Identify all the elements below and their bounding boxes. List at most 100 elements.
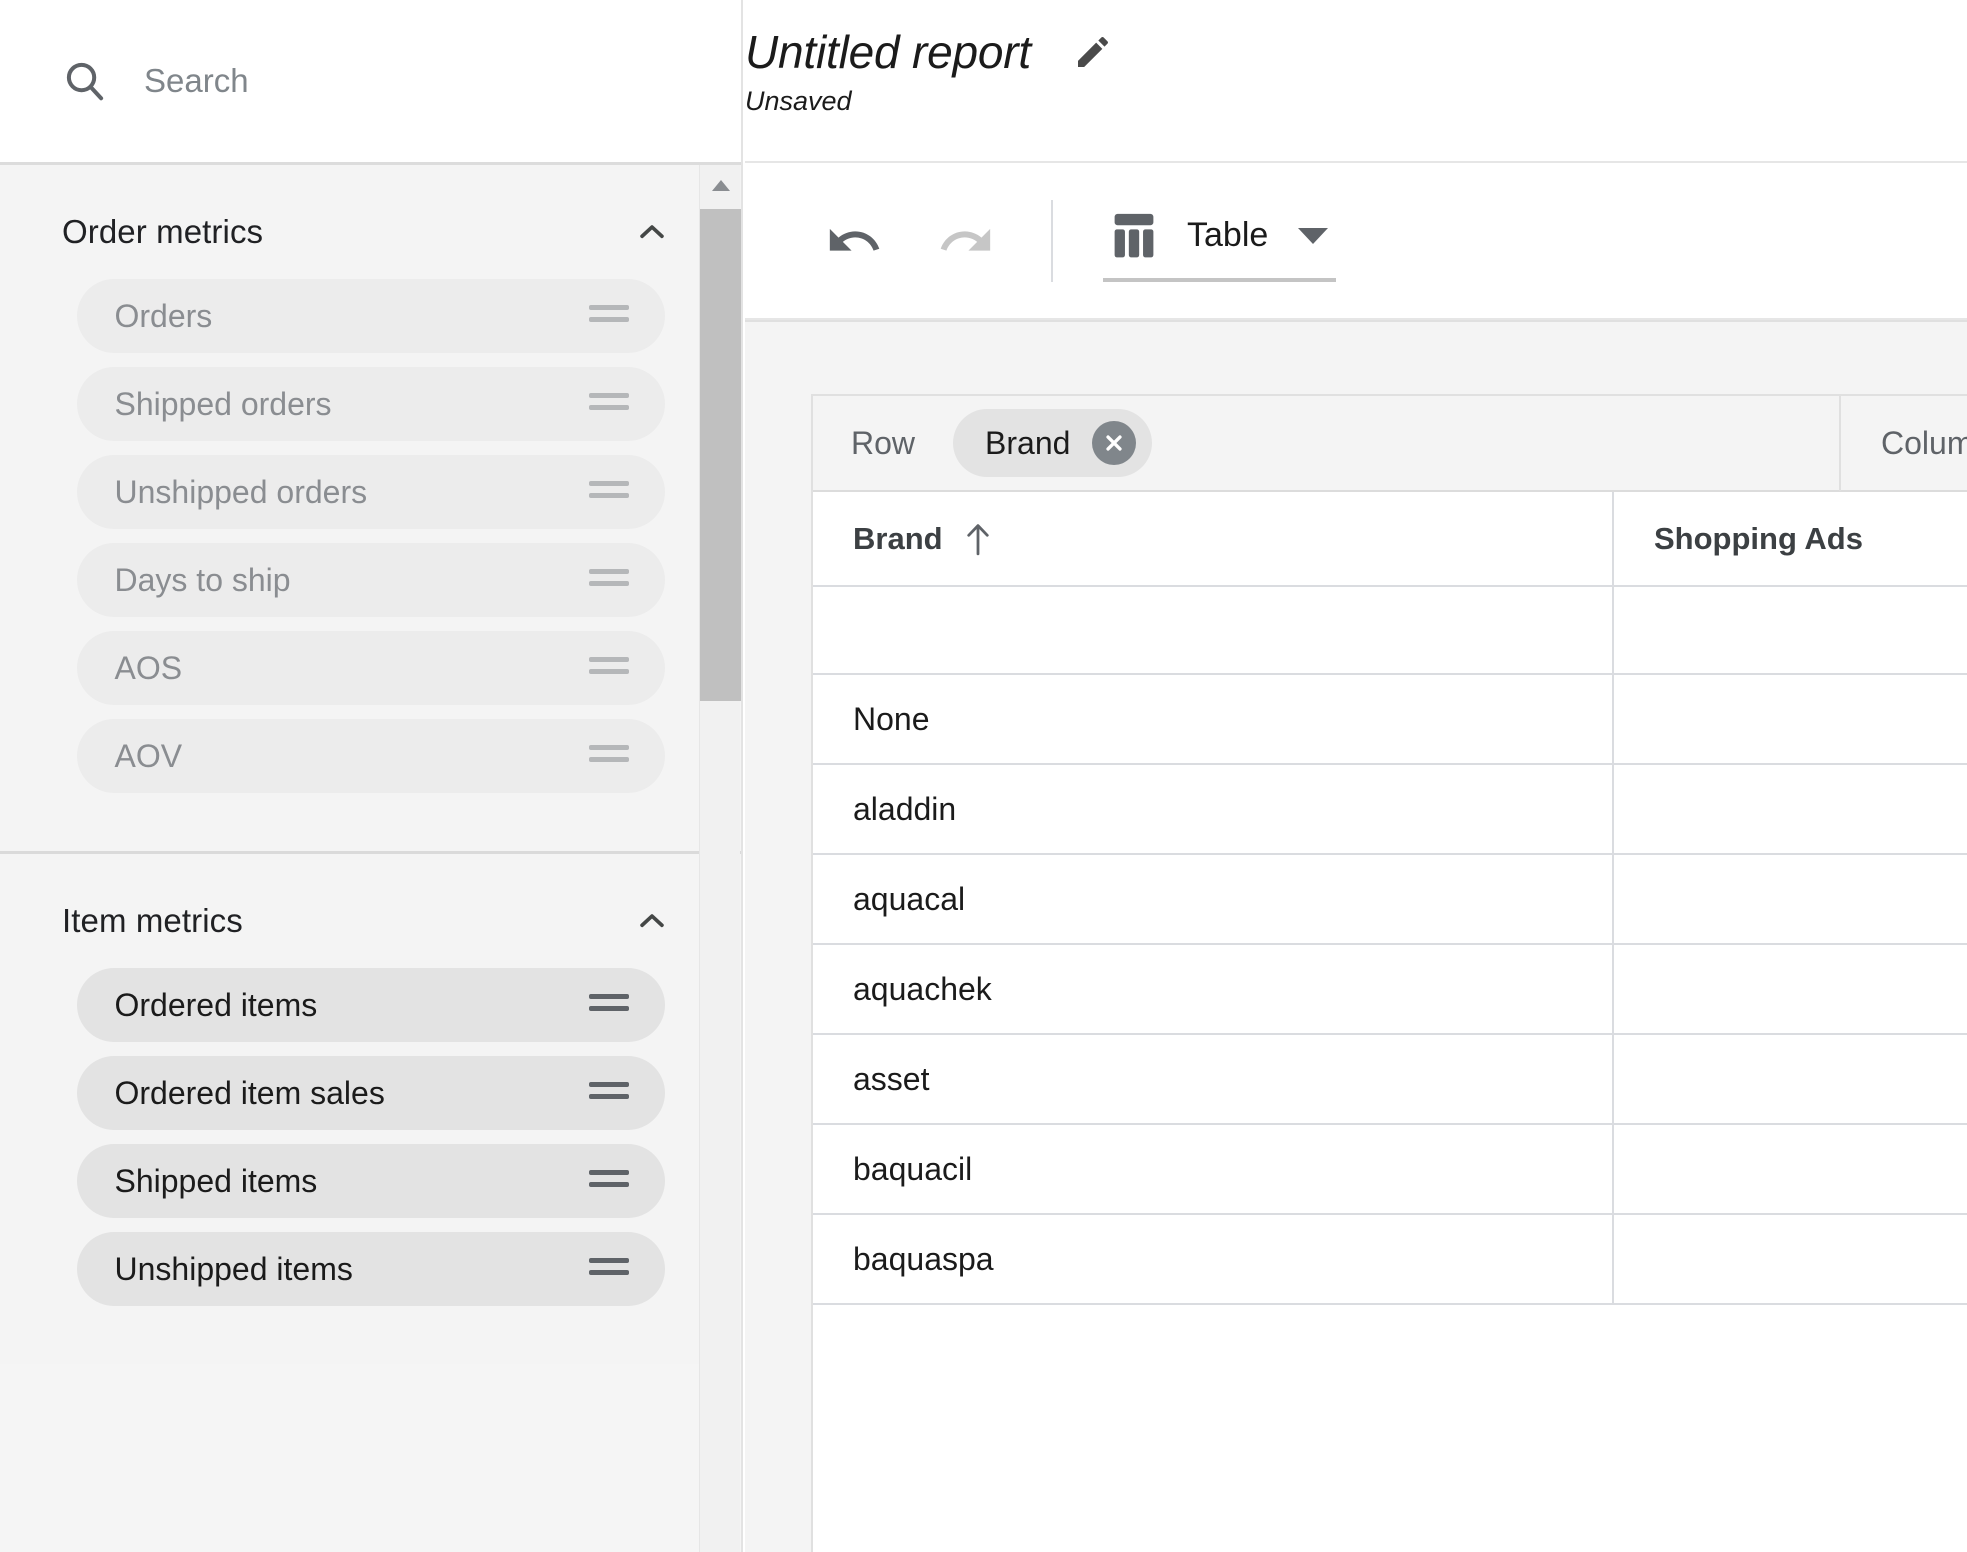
report-save-status: Unsaved (745, 86, 852, 116)
drag-handle-icon[interactable] (588, 1258, 629, 1280)
table-header-row: Brand Shopping Ads (813, 492, 1967, 587)
arrow-up-icon[interactable] (965, 522, 991, 556)
drag-handle-icon[interactable] (588, 745, 629, 767)
report-builder-app: Order metrics Orders Shipped orders Unsh… (0, 0, 1967, 1552)
cell-shopping-ads (1613, 944, 1967, 1035)
group-title-item-metrics: Item metrics (62, 902, 243, 939)
cell-brand: aquacal (813, 854, 1614, 945)
metric-pill-label: AOV (114, 737, 183, 774)
page-title: Untitled report (745, 26, 1031, 78)
metric-pill-label: Shipped items (114, 1162, 318, 1199)
table-row[interactable]: baquacil (813, 1124, 1967, 1215)
toolbar-divider (1051, 199, 1053, 282)
metric-pill-label: Ordered items (114, 986, 318, 1023)
table-row[interactable]: aquacal (813, 854, 1967, 945)
cell-shopping-ads (1613, 764, 1967, 855)
metric-pill-ordered-items[interactable]: Ordered items (76, 968, 665, 1042)
undo-button[interactable] (823, 210, 885, 272)
row-shelf-label: Row (851, 424, 916, 461)
metric-pill-label: Days to ship (114, 561, 291, 598)
report-header: Untitled report Unsaved (745, 0, 1967, 163)
chevron-up-icon[interactable] (635, 215, 669, 249)
chart-type-select[interactable]: Table (1103, 200, 1337, 282)
metric-pill-unshipped-items[interactable]: Unshipped items (76, 1232, 665, 1306)
drag-handle-icon[interactable] (588, 569, 629, 591)
metric-group-order-metrics: Order metrics Orders Shipped orders Unsh… (0, 165, 741, 851)
cell-brand: baquacil (813, 1124, 1614, 1215)
column-header-label: Shopping Ads (1654, 520, 1863, 556)
pencil-icon[interactable] (1073, 32, 1113, 72)
sidebar-scrollbar-thumb[interactable] (700, 209, 741, 701)
pivot-table-card: Row Brand Colum Brand Shopping Ads None … (811, 394, 1967, 1552)
metric-pill-label: Orders (114, 297, 213, 334)
close-circle-icon[interactable] (1092, 421, 1137, 465)
group-header-order-metrics[interactable]: Order metrics (0, 165, 741, 279)
report-title-row: Untitled report (745, 28, 1113, 76)
metric-pill-label: Shipped orders (114, 385, 332, 422)
metric-pill-unshipped-orders[interactable]: Unshipped orders (76, 455, 665, 529)
table-row[interactable]: None (813, 674, 1967, 765)
drag-handle-icon[interactable] (588, 1082, 629, 1104)
search-bar[interactable] (0, 0, 741, 162)
cell-shopping-ads (1613, 674, 1967, 765)
group-title-order-metrics: Order metrics (62, 213, 264, 250)
cell-shopping-ads (1613, 1034, 1967, 1125)
row-field-chip-label: Brand (985, 424, 1071, 461)
drag-handle-icon[interactable] (588, 393, 629, 415)
metric-pill-label: AOS (114, 649, 183, 686)
table-icon (1111, 212, 1157, 260)
search-input[interactable] (144, 62, 584, 100)
search-icon (62, 58, 108, 104)
drag-handle-icon[interactable] (588, 657, 629, 679)
column-header-label: Brand (853, 520, 943, 556)
column-header-shopping-ads[interactable]: Shopping Ads (1613, 492, 1967, 587)
chart-type-label: Table (1187, 216, 1269, 254)
pivot-table: Brand Shopping Ads None aladdin aquacal … (813, 492, 1967, 1305)
metric-group-item-metrics: Item metrics Ordered items Ordered item … (0, 854, 741, 1364)
cell-shopping-ads (1613, 1124, 1967, 1215)
cell-shopping-ads (1613, 854, 1967, 945)
metric-pill-aov[interactable]: AOV (76, 719, 665, 793)
table-row[interactable]: baquaspa (813, 1214, 1967, 1305)
table-row[interactable]: asset (813, 1034, 1967, 1125)
report-toolbar: Table (745, 163, 1967, 320)
scroll-up-arrow-icon[interactable] (700, 165, 741, 205)
group-header-item-metrics[interactable]: Item metrics (0, 854, 741, 968)
chevron-down-icon[interactable] (1298, 227, 1329, 244)
cell-brand: asset (813, 1034, 1614, 1125)
metric-pill-orders[interactable]: Orders (76, 279, 665, 353)
metrics-scroll-region: Order metrics Orders Shipped orders Unsh… (0, 162, 741, 1552)
column-header-brand[interactable]: Brand (813, 492, 1614, 587)
column-shelf-dropzone[interactable]: Colum (1841, 395, 1967, 491)
row-field-chip-brand[interactable]: Brand (953, 409, 1153, 477)
cell-brand: baquaspa (813, 1214, 1614, 1305)
metric-pill-label: Unshipped items (114, 1250, 353, 1287)
table-row[interactable]: aladdin (813, 764, 1967, 855)
cell-shopping-ads (1613, 586, 1967, 675)
chevron-up-icon[interactable] (635, 904, 669, 938)
row-shelf-dropzone[interactable]: Row Brand (813, 395, 1841, 491)
metric-pill-days-to-ship[interactable]: Days to ship (76, 543, 665, 617)
cell-brand: aquachek (813, 944, 1614, 1035)
table-row[interactable]: aquachek (813, 944, 1967, 1035)
report-canvas: Row Brand Colum Brand Shopping Ads None … (745, 320, 1967, 1552)
metric-pill-shipped-orders[interactable]: Shipped orders (76, 367, 665, 441)
pivot-shelf: Row Brand Colum (813, 395, 1967, 492)
drag-handle-icon[interactable] (588, 1170, 629, 1192)
metric-pill-label: Ordered item sales (114, 1074, 385, 1111)
cell-brand: aladdin (813, 764, 1614, 855)
cell-brand (813, 586, 1614, 675)
metric-pill-shipped-items[interactable]: Shipped items (76, 1144, 665, 1218)
cell-shopping-ads (1613, 1214, 1967, 1305)
metric-pill-label: Unshipped orders (114, 473, 368, 510)
main-area: Untitled report Unsaved Table Row Brand … (745, 0, 1967, 1552)
sidebar-scrollbar[interactable] (699, 165, 741, 1552)
metrics-sidebar: Order metrics Orders Shipped orders Unsh… (0, 0, 743, 1552)
table-row[interactable] (813, 586, 1967, 675)
redo-button[interactable] (935, 210, 997, 272)
drag-handle-icon[interactable] (588, 994, 629, 1016)
drag-handle-icon[interactable] (588, 481, 629, 503)
metric-pill-aos[interactable]: AOS (76, 631, 665, 705)
drag-handle-icon[interactable] (588, 305, 629, 327)
metric-pill-ordered-item-sales[interactable]: Ordered item sales (76, 1056, 665, 1130)
